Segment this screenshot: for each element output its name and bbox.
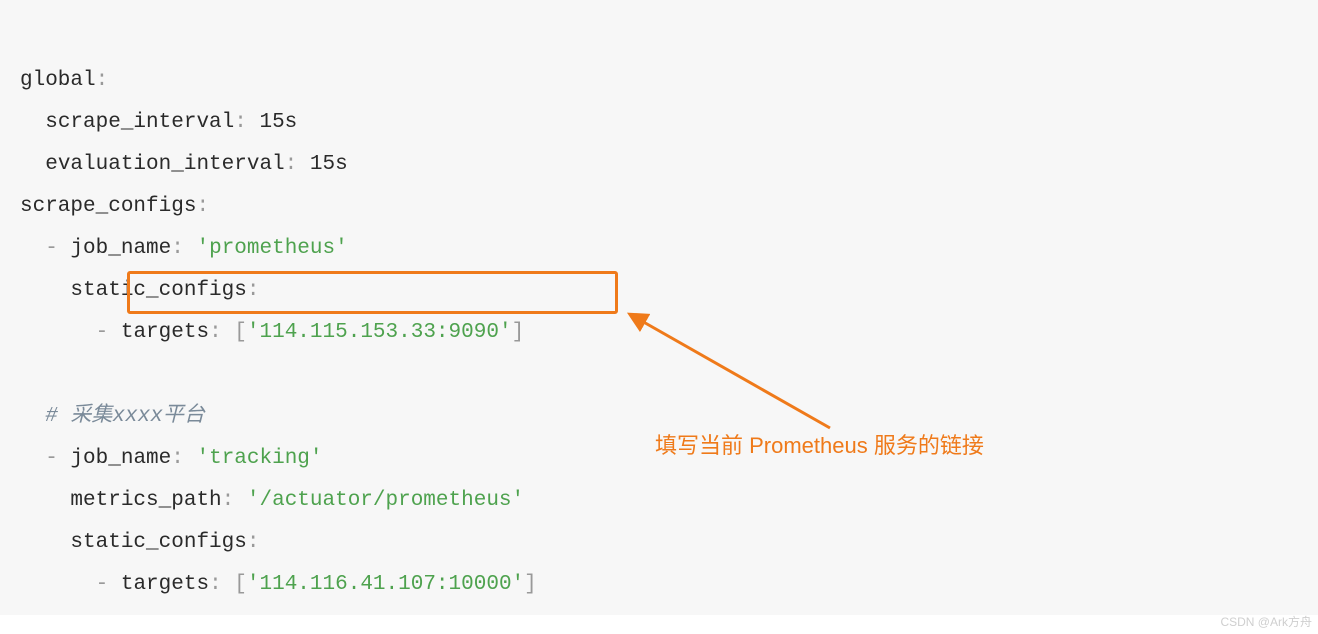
code-line-2: scrape_interval: 15s bbox=[20, 111, 297, 134]
dash: - bbox=[45, 447, 58, 470]
quote: ' bbox=[512, 573, 525, 596]
yaml-string: 114.115.153.33:9090 bbox=[260, 321, 499, 344]
code-line-5: - job_name: 'prometheus' bbox=[20, 237, 348, 260]
watermark: CSDN @Ark方舟 bbox=[1220, 613, 1312, 630]
quote: ' bbox=[247, 321, 260, 344]
yaml-string: 114.116.41.107:10000 bbox=[260, 573, 512, 596]
yaml-key: metrics_path bbox=[70, 489, 221, 512]
colon: : bbox=[247, 279, 260, 302]
code-line-8: # 采集xxxx平台 bbox=[20, 405, 205, 428]
colon: : bbox=[209, 321, 222, 344]
colon: : bbox=[171, 447, 184, 470]
quote: ' bbox=[247, 573, 260, 596]
quote: ' bbox=[310, 447, 323, 470]
yaml-value: 15s bbox=[259, 111, 297, 134]
yaml-string: /actuator/prometheus bbox=[259, 489, 511, 512]
colon: : bbox=[234, 111, 247, 134]
colon: : bbox=[209, 573, 222, 596]
code-line-6: static_configs: bbox=[20, 279, 259, 302]
colon: : bbox=[222, 489, 235, 512]
yaml-string: prometheus bbox=[209, 237, 335, 260]
colon: : bbox=[247, 531, 260, 554]
quote: ' bbox=[499, 321, 512, 344]
yaml-key: evaluation_interval bbox=[45, 153, 284, 176]
quote: ' bbox=[335, 237, 348, 260]
code-line-9: - job_name: 'tracking' bbox=[20, 447, 323, 470]
yaml-comment: # 采集xxxx平台 bbox=[45, 405, 205, 428]
code-line-3: evaluation_interval: 15s bbox=[20, 153, 348, 176]
quote: ' bbox=[512, 489, 525, 512]
dash: - bbox=[45, 237, 58, 260]
quote: ' bbox=[196, 237, 209, 260]
yaml-key: targets bbox=[121, 573, 209, 596]
quote: ' bbox=[247, 489, 260, 512]
code-line-1: global: bbox=[20, 69, 108, 92]
yaml-key: job_name bbox=[70, 447, 171, 470]
yaml-string: tracking bbox=[209, 447, 310, 470]
dash: - bbox=[96, 321, 109, 344]
colon: : bbox=[171, 237, 184, 260]
yaml-key: global bbox=[20, 69, 96, 92]
code-line-12: - targets: ['114.116.41.107:10000'] bbox=[20, 573, 537, 596]
bracket-open: [ bbox=[234, 573, 247, 596]
yaml-code-block: global: scrape_interval: 15s evaluation_… bbox=[0, 0, 1318, 615]
quote: ' bbox=[196, 447, 209, 470]
bracket-close: ] bbox=[524, 573, 537, 596]
colon: : bbox=[285, 153, 298, 176]
dash: - bbox=[96, 573, 109, 596]
annotation-label: 填写当前 Prometheus 服务的链接 bbox=[655, 433, 984, 459]
yaml-key: static_configs bbox=[70, 531, 246, 554]
yaml-key: scrape_configs bbox=[20, 195, 196, 218]
code-line-4: scrape_configs: bbox=[20, 195, 209, 218]
yaml-key: static_configs bbox=[70, 279, 246, 302]
yaml-value: 15s bbox=[310, 153, 348, 176]
bracket-open: [ bbox=[234, 321, 247, 344]
colon: : bbox=[196, 195, 209, 218]
yaml-key: scrape_interval bbox=[45, 111, 234, 134]
colon: : bbox=[96, 69, 109, 92]
code-line-11: static_configs: bbox=[20, 531, 259, 554]
code-line-7: - targets: ['114.115.153.33:9090'] bbox=[20, 321, 524, 344]
bracket-close: ] bbox=[512, 321, 525, 344]
yaml-key: job_name bbox=[70, 237, 171, 260]
code-line-10: metrics_path: '/actuator/prometheus' bbox=[20, 489, 524, 512]
yaml-key: targets bbox=[121, 321, 209, 344]
